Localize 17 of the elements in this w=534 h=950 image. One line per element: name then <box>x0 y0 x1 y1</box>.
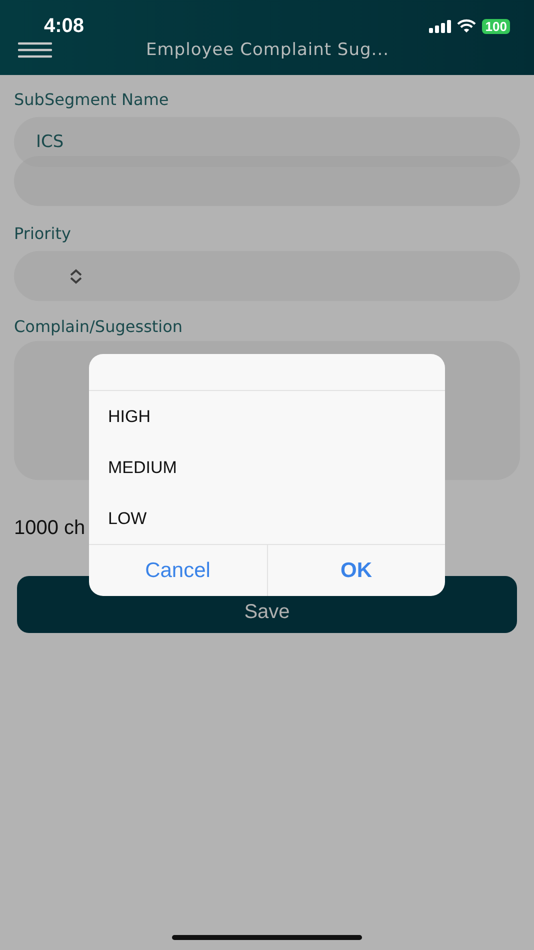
field-label: SubSegment Name <box>14 89 170 111</box>
character-count: 1000 ch <box>14 516 86 540</box>
status-time: 4:08 <box>44 14 84 38</box>
priority-picker[interactable] <box>14 251 520 301</box>
ok-button[interactable]: OK <box>266 545 445 596</box>
priority-option[interactable]: HIGH <box>89 391 445 442</box>
screen-title: Employee Complaint Sug... <box>146 40 389 60</box>
chevron-up-down-icon <box>69 268 83 284</box>
subsegment-field[interactable]: ICS <box>14 117 520 167</box>
battery-indicator: 100 <box>482 18 510 34</box>
priority-option[interactable]: MEDIUM <box>89 442 445 493</box>
field-label: Priority <box>14 223 72 245</box>
wifi-icon <box>457 19 476 33</box>
field-label: Complain/Sugesstion <box>14 316 184 338</box>
signal-icon <box>429 20 452 32</box>
menu-icon[interactable] <box>18 42 52 58</box>
priority-option[interactable]: LOW <box>89 493 445 544</box>
